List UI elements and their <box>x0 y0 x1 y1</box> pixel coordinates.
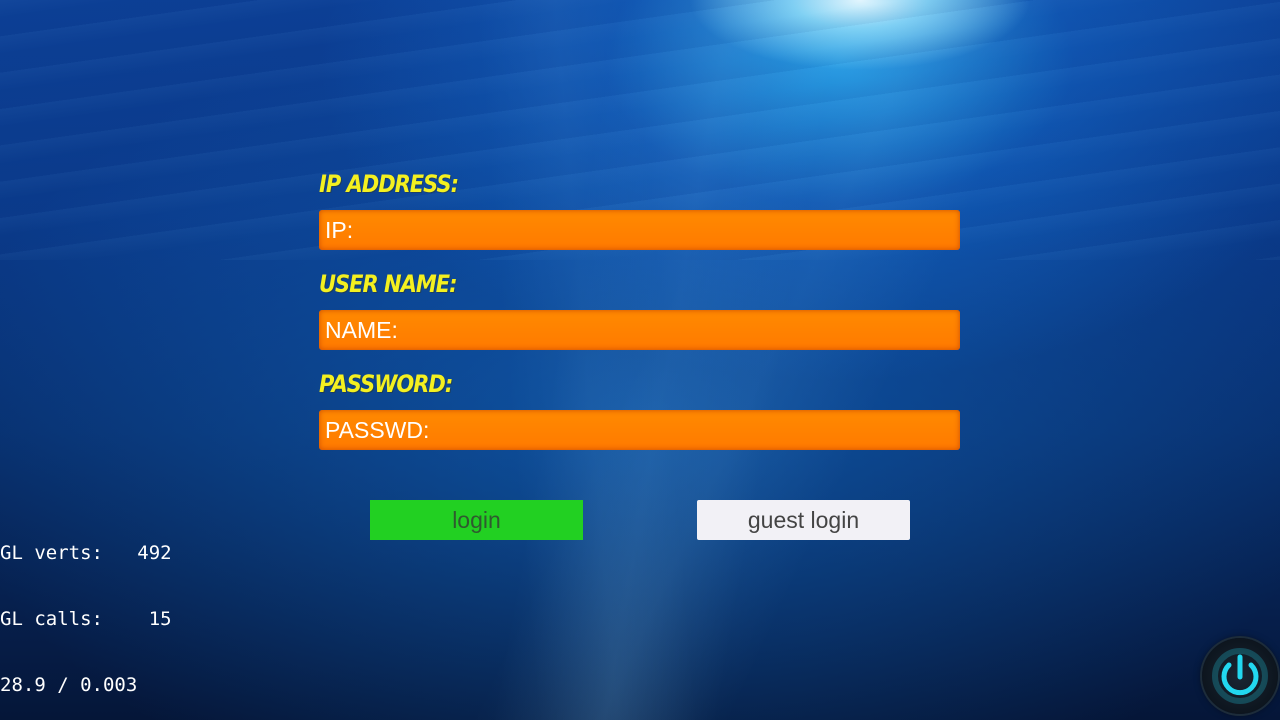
ip-input[interactable] <box>319 210 960 250</box>
user-name-input[interactable] <box>319 310 960 350</box>
power-button[interactable] <box>1202 638 1278 714</box>
password-input[interactable] <box>319 410 960 450</box>
background-light-rays <box>0 0 1280 720</box>
debug-fps: 28.9 / 0.003 <box>0 674 138 696</box>
login-button[interactable]: login <box>370 500 583 540</box>
debug-gl-verts: GL verts: 492 <box>0 542 172 564</box>
guest-login-button[interactable]: guest login <box>697 500 910 540</box>
ip-address-label: IP ADDRESS: <box>319 170 459 198</box>
power-icon <box>1212 648 1268 704</box>
password-label: PASSWORD: <box>319 370 453 398</box>
user-name-label: USER NAME: <box>319 270 457 298</box>
debug-stats: GL verts: 492 GL calls: 15 28.9 / 0.003 <box>0 498 172 718</box>
debug-gl-calls: GL calls: 15 <box>0 608 172 630</box>
